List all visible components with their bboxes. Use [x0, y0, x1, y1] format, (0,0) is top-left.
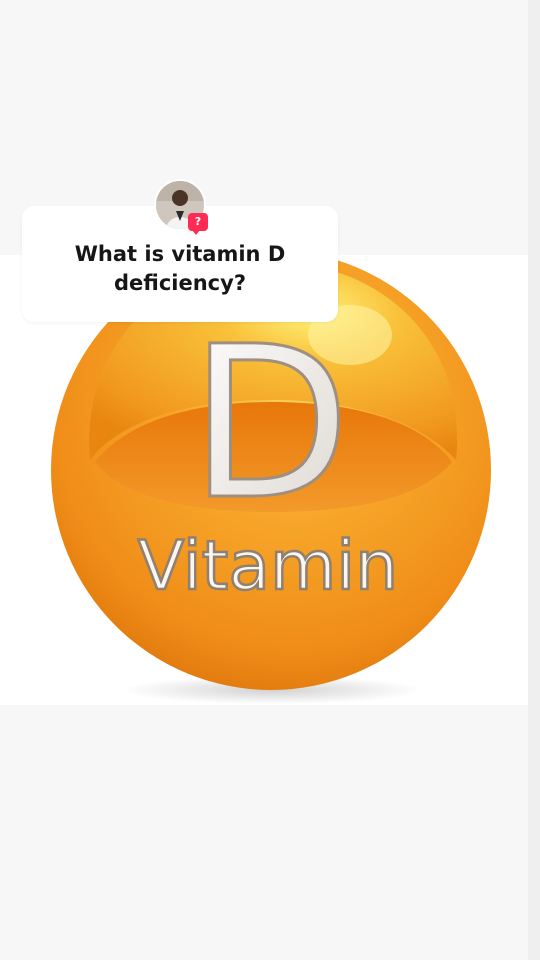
vitamin-word: Vitamin: [138, 527, 398, 606]
video-frame[interactable]: D Vitamin What is vitamin D deficiency? …: [0, 0, 540, 960]
question-text: What is vitamin D deficiency?: [74, 242, 286, 295]
question-badge-icon: ?: [188, 213, 208, 235]
vitamin-d-sphere-image: D Vitamin: [51, 250, 491, 704]
letter-d: D: [189, 301, 351, 546]
